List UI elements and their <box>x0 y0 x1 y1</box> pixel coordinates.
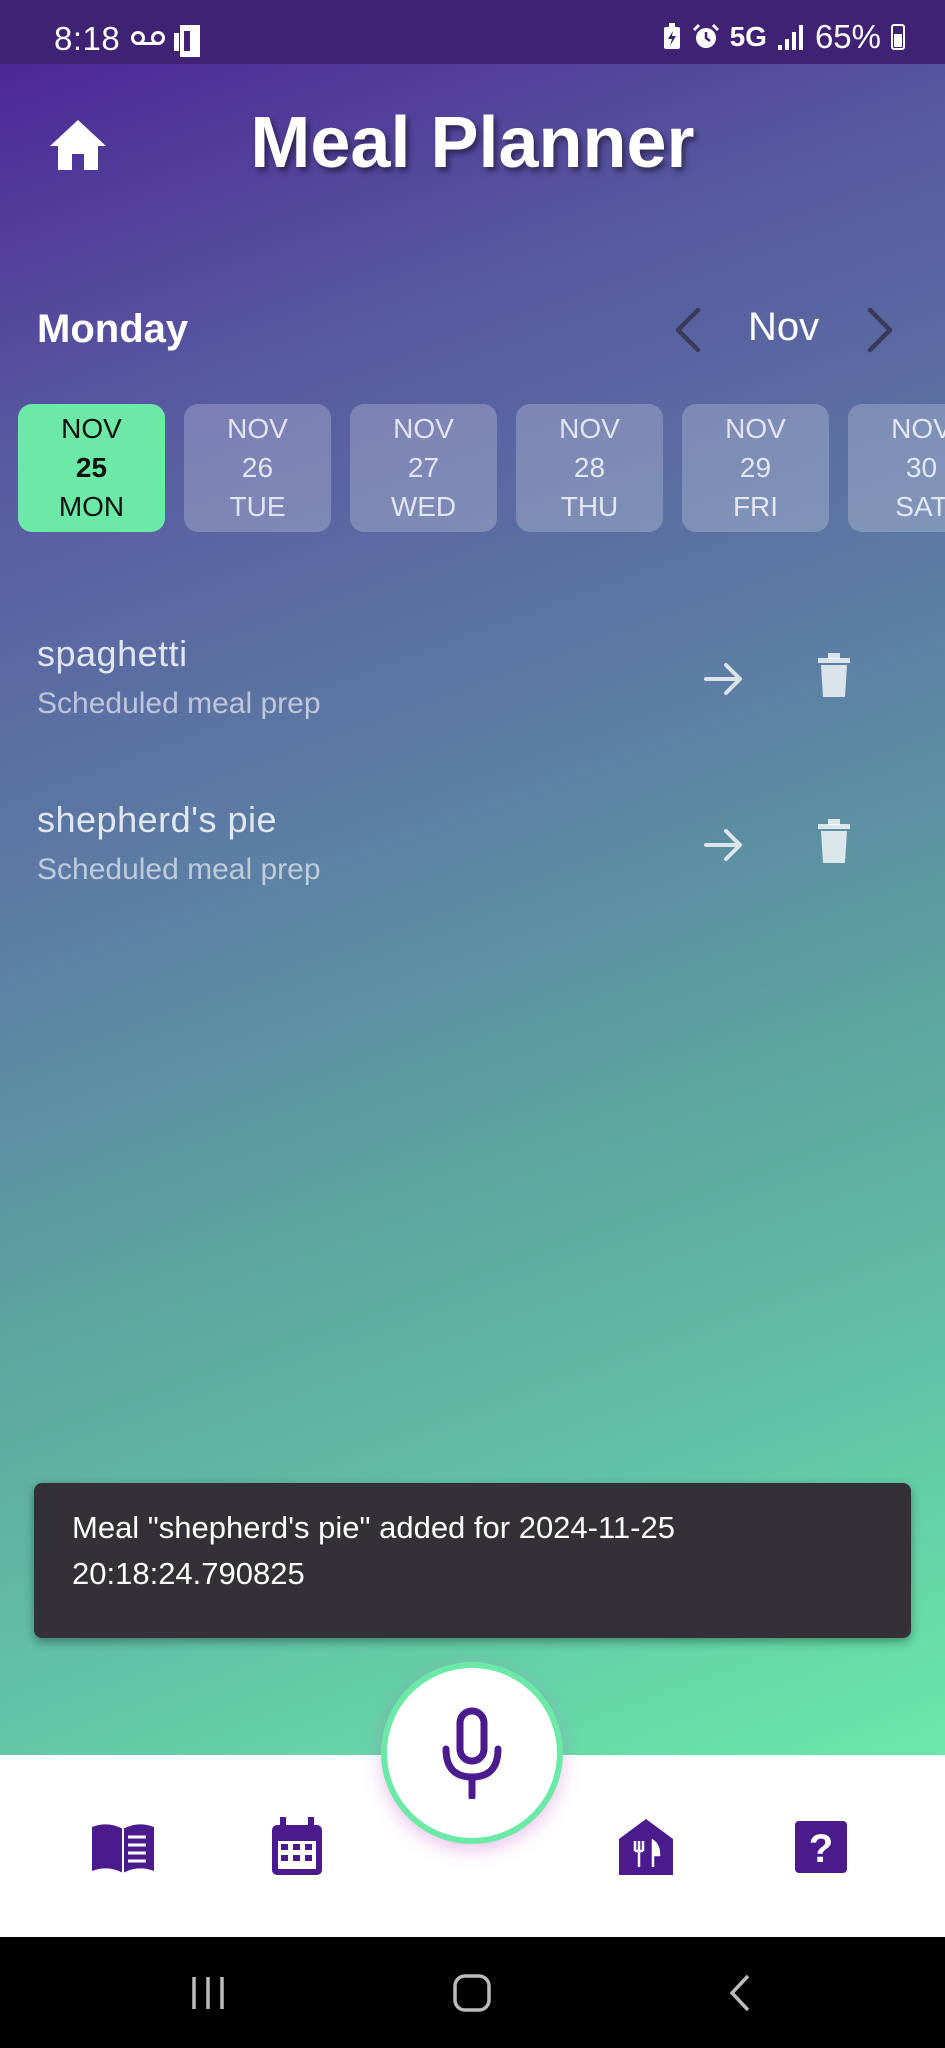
date-card[interactable]: NOV 26 TUE <box>184 404 331 532</box>
chevron-left-icon[interactable] <box>670 306 706 354</box>
date-weekday: TUE <box>229 490 286 522</box>
date-day: 27 <box>407 451 440 483</box>
app-screen: 8:18 5G 65% Meal Planner Monday Nov NOV … <box>0 0 945 1755</box>
help-icon[interactable]: ? <box>787 1817 853 1877</box>
back-icon[interactable] <box>720 1973 760 2013</box>
date-month: NOV <box>61 413 122 445</box>
arrow-right-icon[interactable] <box>702 823 746 867</box>
date-month: NOV <box>393 413 454 445</box>
date-month: NOV <box>227 413 288 445</box>
battery-saver-icon <box>663 23 680 49</box>
mic-icon <box>442 1707 502 1799</box>
calendar-icon[interactable] <box>264 1817 330 1877</box>
status-bar: 8:18 5G 65% <box>0 0 945 64</box>
snackbar: Meal "shepherd's pie" added for 2024-11-… <box>34 1483 911 1638</box>
status-indicators: 5G 65% <box>662 18 905 55</box>
svg-text:?: ? <box>809 1827 833 1871</box>
date-card[interactable]: NOV 30 SAT <box>848 404 945 532</box>
selected-day-label: Monday <box>37 307 189 351</box>
list-item: shepherd's pie Scheduled meal prep <box>37 799 897 909</box>
list-item: spaghetti Scheduled meal prep <box>37 633 897 743</box>
date-month: NOV <box>725 413 786 445</box>
meal-name: shepherd's pie <box>37 799 278 840</box>
battery-icon <box>891 24 905 50</box>
mic-button[interactable] <box>381 1662 563 1844</box>
date-month: NOV <box>559 413 620 445</box>
date-weekday: MON <box>58 490 125 522</box>
recipe-book-icon[interactable] <box>90 1817 156 1877</box>
date-card[interactable]: NOV 28 THU <box>516 404 663 532</box>
date-weekday: WED <box>390 490 457 522</box>
system-nav-bar <box>0 1937 945 2048</box>
date-card[interactable]: NOV 25 MON <box>18 404 165 532</box>
home-button-icon[interactable] <box>452 1973 492 2013</box>
date-day: 25 <box>75 451 108 483</box>
snackbar-line-1: Meal "shepherd's pie" added for 2024-11-… <box>72 1510 675 1545</box>
date-card[interactable]: NOV 29 FRI <box>682 404 829 532</box>
date-day: 29 <box>739 451 772 483</box>
chevron-right-icon[interactable] <box>862 306 898 354</box>
date-strip: NOV 25 MON NOV 26 TUE NOV 27 WED NOV 28 … <box>18 404 945 532</box>
signal-icon <box>777 25 803 50</box>
meal-subtitle: Scheduled meal prep <box>37 853 321 886</box>
alarm-icon <box>692 23 719 48</box>
snackbar-line-2: 20:18:24.790825 <box>72 1556 305 1591</box>
meal-name: spaghetti <box>37 633 188 674</box>
network-type: 5G <box>729 21 767 52</box>
date-month: NOV <box>891 413 945 445</box>
date-weekday: SAT <box>895 490 945 522</box>
date-day: 28 <box>573 451 606 483</box>
sim-card-icon <box>174 25 200 57</box>
arrow-right-icon[interactable] <box>702 657 746 701</box>
trash-icon[interactable] <box>818 819 850 863</box>
date-day: 26 <box>241 451 274 483</box>
voicemail-icon <box>131 31 165 45</box>
restaurant-icon[interactable] <box>613 1817 679 1877</box>
battery-percent: 65% <box>814 18 881 55</box>
recent-apps-icon[interactable] <box>188 1973 228 2013</box>
page-title: Meal Planner <box>250 103 695 183</box>
date-card[interactable]: NOV 27 WED <box>350 404 497 532</box>
month-label: Nov <box>748 305 820 349</box>
trash-icon[interactable] <box>818 653 850 697</box>
meal-subtitle: Scheduled meal prep <box>37 687 321 720</box>
date-weekday: THU <box>560 490 619 522</box>
date-day: 30 <box>905 451 938 483</box>
date-weekday: FRI <box>732 490 779 522</box>
status-time: 8:18 <box>54 20 121 57</box>
